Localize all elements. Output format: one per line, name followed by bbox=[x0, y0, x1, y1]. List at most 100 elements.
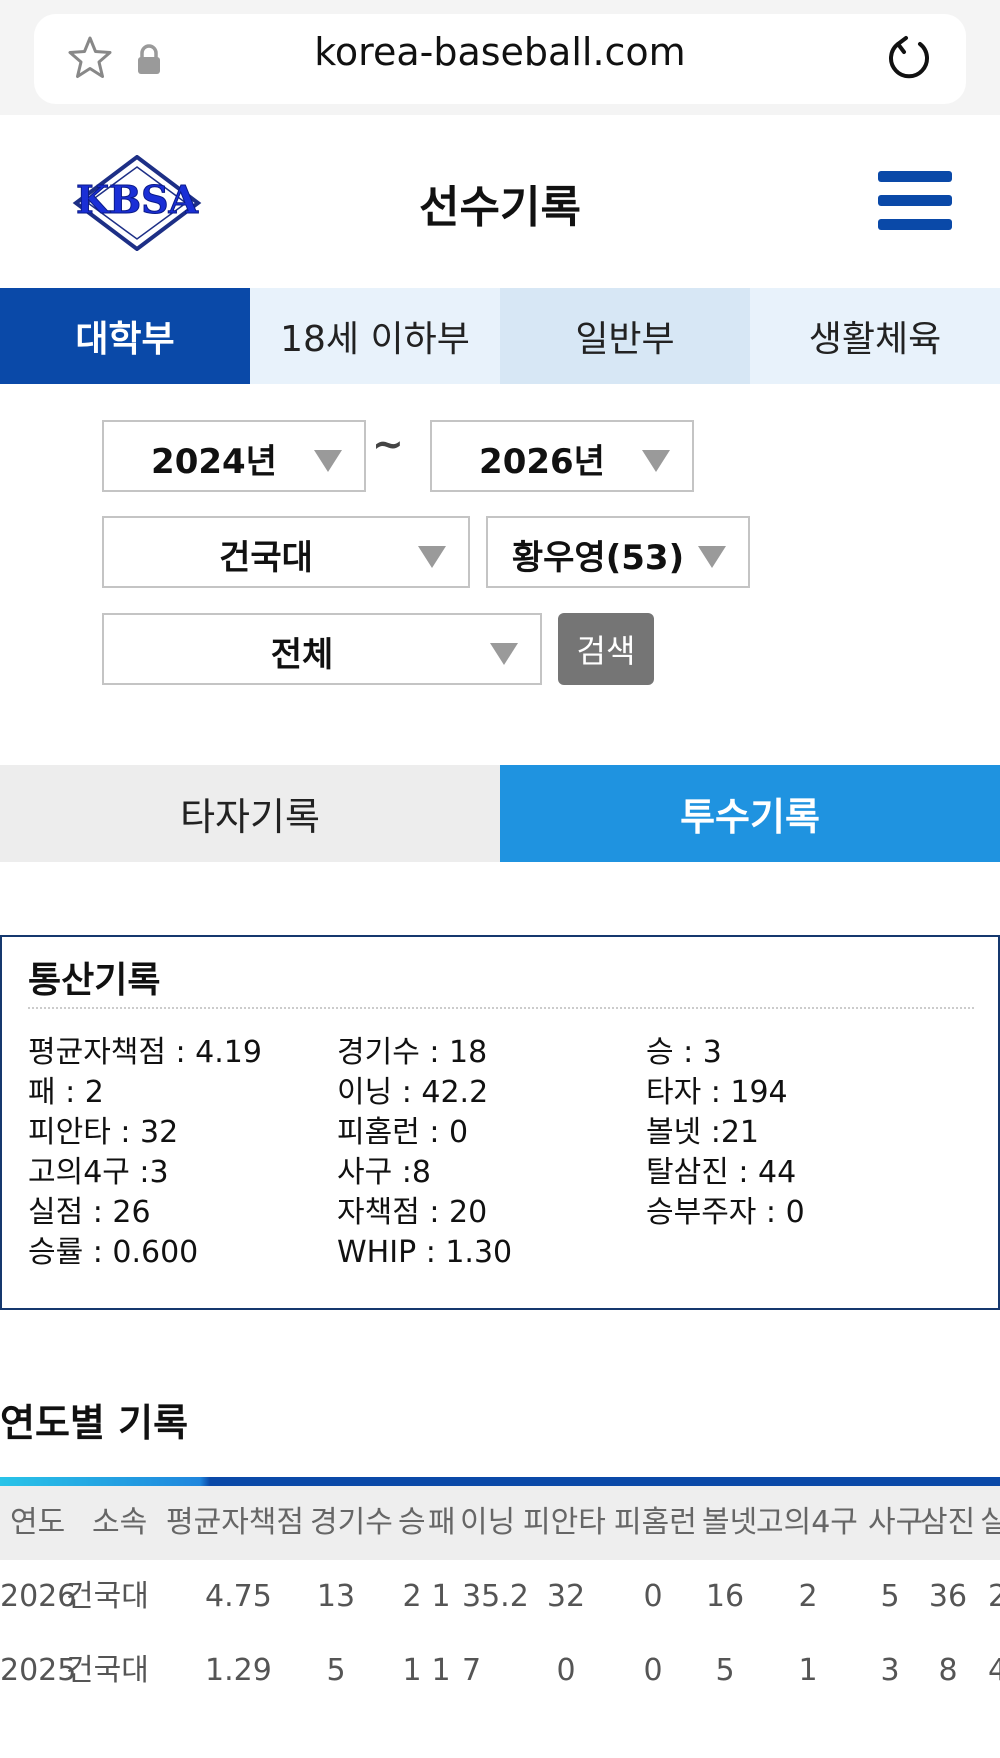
stat-item: 자책점 : 20 bbox=[337, 1195, 488, 1230]
stat-item: 실점 : 26 bbox=[28, 1195, 151, 1230]
column-header: 피홈런 bbox=[614, 1505, 697, 1540]
stat-item: 사구 :8 bbox=[337, 1155, 431, 1190]
table-cell: 1 bbox=[431, 1579, 451, 1614]
player-select[interactable]: 황우영(53) bbox=[486, 516, 750, 588]
stat-row: 승률 : 0.600 WHIP : 1.30 bbox=[28, 1233, 978, 1273]
table-cell: 4 bbox=[988, 1653, 1000, 1688]
column-header: 피안타 bbox=[523, 1505, 606, 1540]
table-cell: 1.29 bbox=[205, 1653, 272, 1688]
career-record-box: 통산기록 평균자책점 : 4.19 경기수 : 18 승 : 3 패 : 2 이닝 : … bbox=[0, 935, 1000, 1310]
stat-item bbox=[646, 1233, 955, 1273]
table-header: 연도 소속 평균자책점 경기수 승 패 이닝 피안타 피홈런 볼넷 고의4구 사구 삼진 실 bbox=[0, 1486, 1000, 1560]
url-text[interactable]: korea-baseball.com bbox=[0, 30, 1000, 74]
column-header: 연도 bbox=[10, 1505, 66, 1540]
table-cell: 3 bbox=[880, 1653, 900, 1688]
table-cell: 0 bbox=[643, 1653, 663, 1688]
table-cell: 0 bbox=[643, 1579, 663, 1614]
tab-college[interactable]: 대학부 bbox=[0, 288, 250, 384]
table-cell: 2025 bbox=[0, 1653, 77, 1688]
column-header: 실 bbox=[980, 1505, 1000, 1540]
chevron-down-icon bbox=[698, 546, 726, 568]
yearly-record-title: 연도별 기록 bbox=[0, 1401, 189, 1445]
table-cell: 36 bbox=[928, 1579, 968, 1614]
tab-under-18[interactable]: 18세 이하부 bbox=[250, 288, 500, 384]
divider bbox=[28, 1007, 974, 1009]
table-cell: 2 bbox=[798, 1579, 818, 1614]
stat-row: 평균자책점 : 4.19 경기수 : 18 승 : 3 bbox=[28, 1033, 978, 1073]
table-cell: 32 bbox=[546, 1579, 586, 1614]
table-cell: 0 bbox=[556, 1653, 576, 1688]
column-header: 승 bbox=[398, 1505, 426, 1540]
table-row[interactable]: 2026 건국대 4.75 13 2 1 35.2 32 0 16 2 5 36 2 bbox=[0, 1560, 1000, 1634]
stat-item: 이닝 : 42.2 bbox=[337, 1075, 489, 1110]
tab-general[interactable]: 일반부 bbox=[500, 288, 750, 384]
column-header: 삼진 bbox=[920, 1505, 976, 1540]
section-divider-bar bbox=[0, 1477, 1000, 1486]
table-cell: 1 bbox=[431, 1653, 451, 1688]
stat-item: 타자 : 194 bbox=[646, 1075, 788, 1110]
table-cell: 5 bbox=[715, 1653, 735, 1688]
stat-item: WHIP : 1.30 bbox=[337, 1235, 513, 1270]
table-cell: 2 bbox=[988, 1579, 1000, 1614]
search-button[interactable]: 검색 bbox=[558, 613, 654, 685]
stat-item: 패 : 2 bbox=[28, 1075, 104, 1110]
column-header: 고의4구 bbox=[756, 1505, 858, 1540]
tab-recreational[interactable]: 생활체육 bbox=[750, 288, 1000, 384]
chevron-down-icon bbox=[314, 450, 342, 472]
career-stats: 평균자책점 : 4.19 경기수 : 18 승 : 3 패 : 2 이닝 : 42.2 타… bbox=[28, 1033, 978, 1273]
table-cell: 건국대 bbox=[66, 1579, 149, 1614]
column-header: 패 bbox=[428, 1505, 456, 1540]
column-header: 이닝 bbox=[460, 1505, 516, 1540]
stat-item: 피안타 : 32 bbox=[28, 1115, 179, 1150]
stat-row: 패 : 2 이닝 : 42.2 타자 : 194 bbox=[28, 1073, 978, 1113]
column-header: 소속 bbox=[92, 1505, 148, 1540]
table-cell: 2026 bbox=[0, 1579, 77, 1614]
site-header: KBSA 선수기록 bbox=[0, 115, 1000, 288]
range-separator: ~ bbox=[372, 422, 404, 466]
table-cell: 건국대 bbox=[66, 1653, 149, 1688]
stat-row: 고의4구 :3 사구 :8 탈삼진 : 44 bbox=[28, 1153, 978, 1193]
stat-item: 경기수 : 18 bbox=[337, 1035, 488, 1070]
reload-icon[interactable] bbox=[884, 32, 932, 84]
tab-batting-record[interactable]: 타자기록 bbox=[0, 765, 500, 862]
yearly-record-table[interactable]: 연도 소속 평균자책점 경기수 승 패 이닝 피안타 피홈런 볼넷 고의4구 사구 삼진 실 2026 건국… bbox=[0, 1486, 1000, 1708]
table-cell: 8 bbox=[938, 1653, 958, 1688]
stat-row: 실점 : 26 자책점 : 20 승부주자 : 0 bbox=[28, 1193, 978, 1233]
stat-item: 볼넷 :21 bbox=[646, 1115, 760, 1150]
stat-item: 피홈런 : 0 bbox=[337, 1115, 469, 1150]
table-cell: 13 bbox=[316, 1579, 356, 1614]
team-value: 건국대 bbox=[219, 537, 313, 578]
stat-item: 고의4구 :3 bbox=[28, 1155, 169, 1190]
table-body: 2026 건국대 4.75 13 2 1 35.2 32 0 16 2 5 36 2 2025 건국대 1.29… bbox=[0, 1560, 1000, 1708]
browser-bar: korea-baseball.com bbox=[0, 0, 1000, 115]
column-header: 평균자책점 bbox=[166, 1505, 304, 1540]
team-select[interactable]: 건국대 bbox=[102, 516, 470, 588]
column-header: 경기수 bbox=[310, 1505, 393, 1540]
career-title: 통산기록 bbox=[28, 960, 161, 1001]
table-cell: 1 bbox=[402, 1653, 422, 1688]
table-cell: 1 bbox=[798, 1653, 818, 1688]
table-cell: 5 bbox=[326, 1653, 346, 1688]
table-cell: 4.75 bbox=[205, 1579, 272, 1614]
table-cell: 16 bbox=[705, 1579, 745, 1614]
chevron-down-icon bbox=[642, 450, 670, 472]
scope-value: 전체 bbox=[270, 634, 334, 675]
stat-row: 피안타 : 32 피홈런 : 0 볼넷 :21 bbox=[28, 1113, 978, 1153]
table-cell: 35.2 bbox=[462, 1579, 529, 1614]
table-row[interactable]: 2025 건국대 1.29 5 1 1 7 0 0 5 1 3 8 4 bbox=[0, 1634, 1000, 1708]
hamburger-menu-icon[interactable] bbox=[878, 171, 952, 231]
chevron-down-icon bbox=[490, 643, 518, 665]
year-to-select[interactable]: 2026년 bbox=[430, 420, 694, 492]
stat-item: 승부주자 : 0 bbox=[646, 1195, 805, 1230]
stat-item: 탈삼진 : 44 bbox=[646, 1155, 797, 1190]
table-cell: 7 bbox=[462, 1653, 482, 1688]
division-tabs: 대학부 18세 이하부 일반부 생활체육 bbox=[0, 288, 1000, 384]
year-from-select[interactable]: 2024년 bbox=[102, 420, 366, 492]
scope-select[interactable]: 전체 bbox=[102, 613, 542, 685]
tab-pitching-record[interactable]: 투수기록 bbox=[500, 765, 1000, 862]
stat-item: 승 : 3 bbox=[646, 1035, 722, 1070]
chevron-down-icon bbox=[418, 546, 446, 568]
stat-item: 승률 : 0.600 bbox=[28, 1235, 199, 1270]
stat-item: 평균자책점 : 4.19 bbox=[28, 1035, 262, 1070]
column-header: 볼넷 bbox=[702, 1505, 758, 1540]
